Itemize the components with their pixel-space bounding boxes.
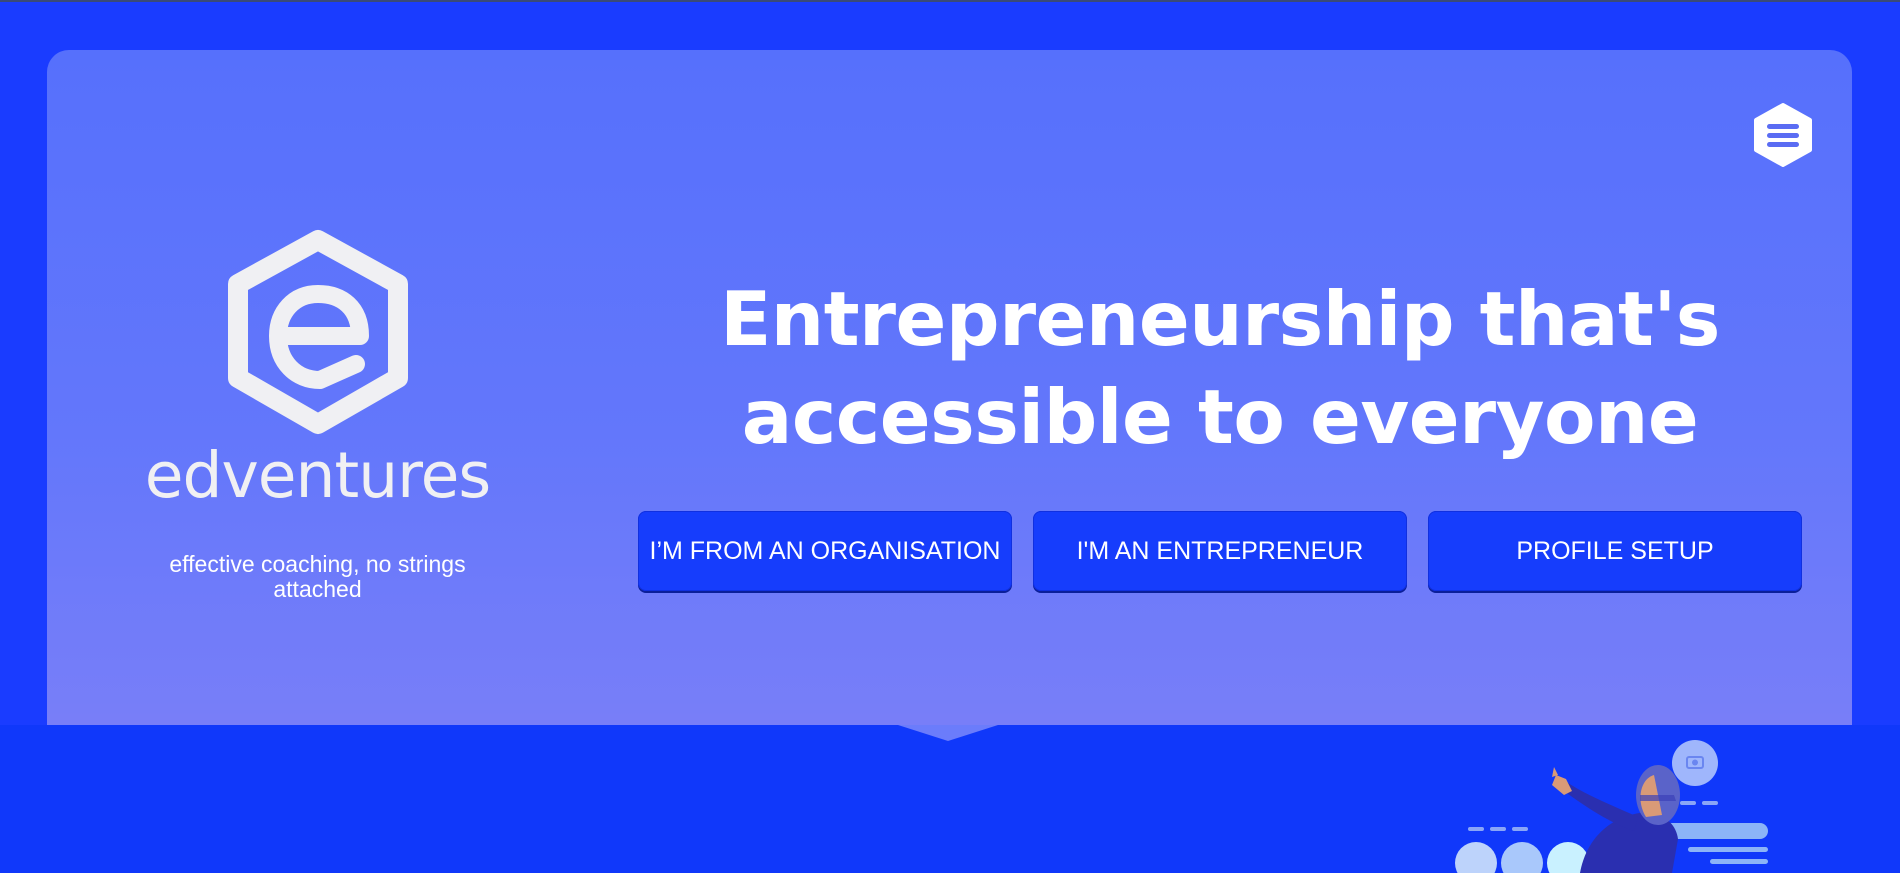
brand-block[interactable]: edventures	[120, 228, 515, 512]
hamburger-menu-icon	[1754, 103, 1812, 167]
presenter-illustration	[1455, 740, 1768, 873]
section-notch	[898, 725, 998, 741]
hero-headline: Entrepreneurship that's accessible to ev…	[720, 275, 1720, 461]
brand-tagline: effective coaching, no strings attached	[169, 551, 466, 602]
entrepreneur-button[interactable]: I'M AN ENTREPRENEUR	[1033, 511, 1407, 591]
organisation-button[interactable]: I’M FROM AN ORGANISATION	[638, 511, 1012, 591]
profile-setup-button[interactable]: PROFILE SETUP	[1428, 511, 1802, 591]
top-edge-line	[0, 0, 1900, 2]
edventures-logo-icon	[227, 230, 408, 434]
menu-button[interactable]	[1752, 102, 1814, 168]
brand-name: edventures	[144, 439, 491, 512]
